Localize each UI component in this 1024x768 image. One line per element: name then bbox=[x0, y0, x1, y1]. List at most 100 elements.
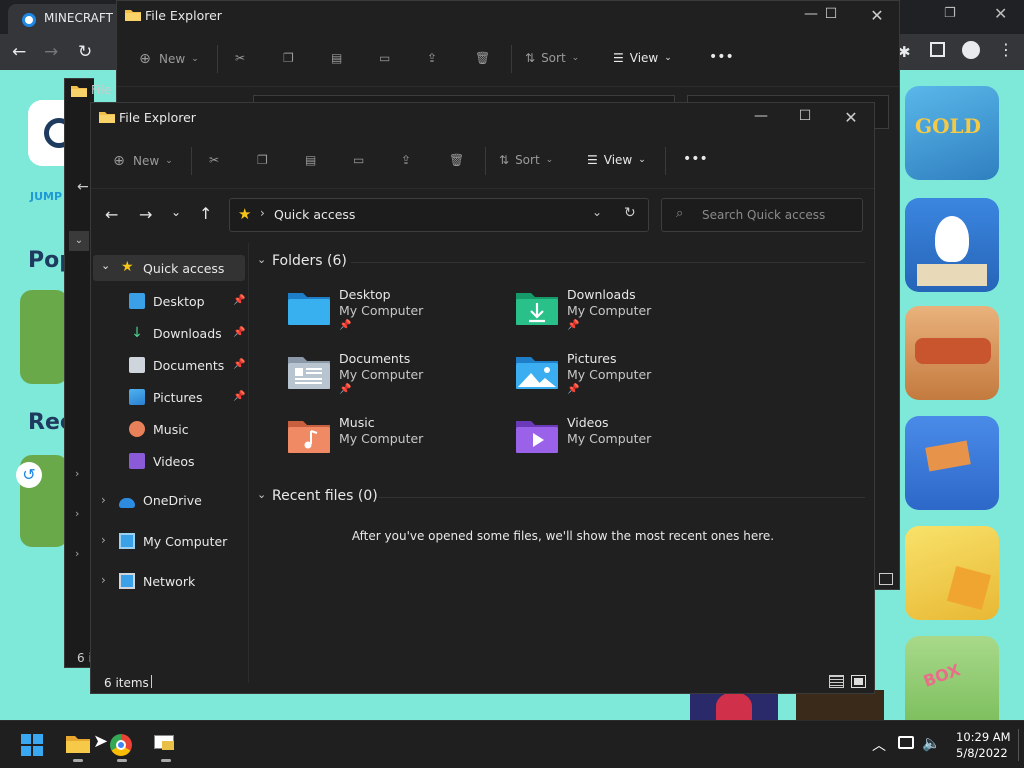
search-box[interactable]: ⌕ Search Quick access bbox=[661, 198, 863, 232]
maximize-icon[interactable]: ☐ bbox=[785, 108, 825, 124]
pin-icon[interactable]: 📌 bbox=[233, 391, 245, 402]
pin-icon[interactable]: 📌 bbox=[233, 327, 245, 338]
tiles-view-icon[interactable] bbox=[851, 675, 866, 688]
paste-icon[interactable]: ▤ bbox=[305, 153, 316, 167]
pin-icon[interactable]: 📌 bbox=[233, 359, 245, 370]
folder-tile-videos[interactable]: Videos My Computer bbox=[515, 415, 725, 471]
sidepanel-icon[interactable] bbox=[930, 42, 945, 57]
chevron-right-icon[interactable]: › bbox=[75, 507, 79, 520]
nav-item-videos[interactable]: Videos bbox=[129, 453, 195, 469]
game-thumbnail-partial-1[interactable] bbox=[690, 690, 778, 720]
delete-icon[interactable]: 🗑 bbox=[449, 153, 464, 167]
nav-item-pictures[interactable]: Pictures bbox=[129, 389, 203, 405]
copy-icon[interactable]: ❐ bbox=[283, 51, 294, 65]
delete-icon[interactable]: 🗑 bbox=[475, 51, 490, 65]
maximize-icon[interactable]: ☐ bbox=[811, 6, 851, 22]
nav-item-desktop[interactable]: Desktop bbox=[129, 293, 205, 309]
chevron-down-icon[interactable]: ⌄ bbox=[101, 259, 110, 272]
rename-icon[interactable]: ▭ bbox=[379, 51, 390, 65]
volume-icon[interactable]: 🔈 bbox=[922, 734, 941, 752]
chevron-down-icon[interactable]: ⌄ bbox=[257, 488, 266, 501]
browser-close-icon[interactable]: ✕ bbox=[994, 4, 1007, 23]
clock-time[interactable]: 10:29 AM bbox=[956, 730, 1011, 744]
folder-tile-downloads[interactable]: Downloads My Computer 📌 bbox=[515, 287, 725, 343]
game-thumbnail-box-tower[interactable]: BOX bbox=[905, 636, 999, 720]
folder-tile-pictures[interactable]: Pictures My Computer 📌 bbox=[515, 351, 725, 407]
folder-tile-documents[interactable]: Documents My Computer 📌 bbox=[287, 351, 497, 407]
start-button[interactable] bbox=[21, 734, 43, 756]
folders-header[interactable]: Folders (6) bbox=[272, 253, 347, 269]
back-new-button[interactable]: ⊕ New ⌄ bbox=[137, 51, 199, 67]
up-arrow-icon[interactable]: ↑ bbox=[199, 204, 212, 223]
back-arrow-icon[interactable]: ← bbox=[105, 205, 118, 224]
paste-icon[interactable]: ▤ bbox=[331, 51, 342, 65]
new-button[interactable]: ⊕ New ⌄ bbox=[111, 153, 173, 169]
pin-icon[interactable]: 📌 bbox=[233, 295, 245, 306]
nav-item-network[interactable]: Network bbox=[119, 573, 195, 589]
clock-date[interactable]: 5/8/2022 bbox=[956, 746, 1008, 760]
chevron-right-icon[interactable]: › bbox=[101, 533, 106, 547]
nav-item-downloads[interactable]: ↓ Downloads bbox=[129, 325, 222, 341]
nav-item-music[interactable]: Music bbox=[129, 421, 189, 437]
browser-forward-icon[interactable]: → bbox=[44, 42, 58, 62]
share-icon[interactable]: ⇪ bbox=[427, 51, 437, 65]
taskbar-chrome[interactable] bbox=[108, 729, 136, 762]
show-desktop-button[interactable] bbox=[1018, 729, 1019, 761]
copy-icon[interactable]: ❐ bbox=[257, 153, 268, 167]
browser-menu-icon[interactable]: ⋮ bbox=[998, 40, 1014, 59]
close-icon[interactable]: ✕ bbox=[831, 108, 871, 127]
game-thumbnail-gold-digger[interactable]: GOLD bbox=[905, 86, 999, 180]
restore-icon[interactable]: ❐ bbox=[944, 6, 956, 21]
minecraft-thumbnail[interactable] bbox=[20, 290, 68, 384]
cut-icon[interactable]: ✂ bbox=[235, 51, 245, 65]
game-thumbnail-chicken[interactable] bbox=[905, 198, 999, 292]
refresh-icon[interactable]: ↻ bbox=[624, 205, 636, 221]
more-options-icon[interactable]: ••• bbox=[709, 49, 734, 65]
expand-chevron-icon[interactable]: ⌄ bbox=[69, 231, 89, 251]
cut-icon[interactable]: ✂ bbox=[209, 153, 219, 167]
chevron-right-icon[interactable]: › bbox=[101, 493, 106, 507]
file-explorer-window[interactable]: File Explorer — ☐ ✕ ⊕ New ⌄ ✂ ❐ ▤ ▭ ⇪ 🗑 ⇅ S… bbox=[90, 102, 875, 694]
more-options-icon[interactable]: ••• bbox=[683, 151, 708, 167]
tiles-view-icon[interactable] bbox=[879, 573, 893, 585]
replay-icon[interactable]: ↺ bbox=[16, 462, 42, 488]
folder-tile-music[interactable]: Music My Computer bbox=[287, 415, 497, 471]
back-view-button[interactable]: ☰ View ⌄ bbox=[613, 51, 672, 65]
nav-item-my-computer[interactable]: My Computer bbox=[119, 533, 227, 549]
address-dropdown-icon[interactable]: ⌄ bbox=[592, 205, 602, 219]
address-bar[interactable]: ★ › Quick access ⌄ ↻ bbox=[229, 198, 649, 232]
rename-icon[interactable]: ▭ bbox=[353, 153, 364, 167]
view-button[interactable]: ☰ View ⌄ bbox=[587, 153, 646, 167]
chevron-down-icon[interactable]: ⌄ bbox=[257, 253, 266, 266]
chevron-right-icon[interactable]: › bbox=[75, 467, 79, 480]
minimize-icon[interactable]: — bbox=[741, 108, 781, 124]
show-hidden-icons-icon[interactable]: ︿ bbox=[872, 735, 886, 755]
jump-label[interactable]: JUMP bbox=[30, 190, 62, 203]
taskbar-app[interactable] bbox=[152, 729, 180, 762]
nav-item-documents[interactable]: Documents bbox=[129, 357, 224, 373]
game-thumbnail-car[interactable] bbox=[905, 306, 999, 400]
recent-locations-chevron-icon[interactable]: ⌄ bbox=[171, 205, 181, 219]
back-sort-button[interactable]: ⇅ Sort ⌄ bbox=[525, 51, 579, 65]
folder-tile-desktop[interactable]: Desktop My Computer 📌 bbox=[287, 287, 497, 343]
browser-back-icon[interactable]: ← bbox=[12, 42, 26, 62]
back-titlebar[interactable]: File Explorer — ☐ ✕ bbox=[117, 1, 899, 31]
sort-button[interactable]: ⇅ Sort ⌄ bbox=[499, 153, 553, 167]
network-status-icon[interactable] bbox=[898, 736, 914, 749]
game-thumbnail-zigzag[interactable] bbox=[905, 526, 999, 620]
share-icon[interactable]: ⇪ bbox=[401, 153, 411, 167]
titlebar[interactable]: File Explorer — ☐ ✕ bbox=[91, 103, 874, 133]
browser-reload-icon[interactable]: ↻ bbox=[78, 42, 92, 62]
recent-files-header[interactable]: Recent files (0) bbox=[272, 488, 378, 504]
chevron-right-icon[interactable]: › bbox=[101, 573, 106, 587]
chevron-right-icon[interactable]: › bbox=[75, 547, 79, 560]
close-icon[interactable]: ✕ bbox=[857, 6, 897, 25]
nav-quick-access[interactable]: ⌄ ★ Quick access bbox=[93, 255, 245, 281]
details-view-icon[interactable] bbox=[829, 675, 844, 688]
back-arrow-icon[interactable]: ← bbox=[77, 179, 89, 195]
taskbar-file-explorer[interactable] bbox=[64, 729, 92, 762]
game-thumbnail-partial-2[interactable] bbox=[796, 690, 884, 720]
game-thumbnail-tower[interactable] bbox=[905, 416, 999, 510]
profile-icon[interactable] bbox=[962, 41, 980, 59]
nav-item-onedrive[interactable]: OneDrive bbox=[119, 493, 202, 508]
